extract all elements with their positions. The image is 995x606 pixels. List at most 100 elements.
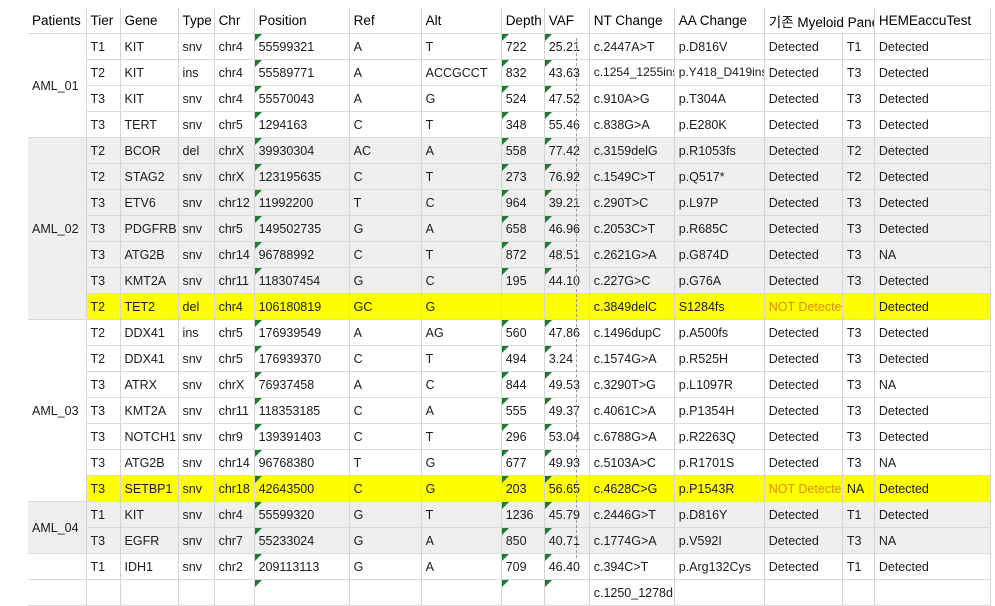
cell-position[interactable]: 55599320 <box>254 501 350 528</box>
column-header-tier[interactable]: Tier <box>86 8 121 34</box>
cell-alt[interactable]: A <box>421 553 502 580</box>
cell-position[interactable]: 55589771 <box>254 59 350 86</box>
patient-group-cell[interactable]: AML_02 <box>28 137 87 320</box>
cell-gene[interactable]: DDX41 <box>120 319 179 346</box>
cell-hemeaccutest[interactable]: Detected <box>874 501 992 528</box>
cell-nt-change[interactable]: c.5103A>C <box>589 449 675 476</box>
cell-alt[interactable]: ACCGCCT <box>421 59 502 86</box>
cell-nt-change[interactable]: c.227G>C <box>589 267 675 294</box>
cell-aa-change[interactable]: p.Arg132Cys <box>674 553 765 580</box>
cell-myeloid-tier[interactable]: T3 <box>842 449 875 476</box>
cell-aa-change[interactable]: p.Y418_D419insRL <box>674 59 765 86</box>
table-row[interactable]: T3 ETV6 snv chr12 11992200 T C 964 39.21 c.290T>C… <box>28 189 992 216</box>
cell-chr[interactable]: chr14 <box>214 241 255 268</box>
cell-myeloid-panel[interactable]: Detected <box>764 345 843 372</box>
cell-position[interactable]: 39930304 <box>254 137 350 164</box>
table-row[interactable]: T3 EGFR snv chr7 55233024 G A 850 40.71 c.1774G>A… <box>28 527 992 554</box>
cell-hemeaccutest[interactable]: Detected <box>874 85 992 112</box>
cell-aa-change[interactable]: p.R2263Q <box>674 423 765 450</box>
cell-aa-change[interactable]: p.G874D <box>674 241 765 268</box>
cell-tier[interactable]: T1 <box>86 501 121 528</box>
cell-nt-change[interactable]: c.1549C>T <box>589 163 675 190</box>
cell-position-partial[interactable] <box>254 579 350 606</box>
cell-alt[interactable]: A <box>421 527 502 554</box>
cell-chr[interactable]: chr5 <box>214 345 255 372</box>
cell-nt-change[interactable]: c.4061C>A <box>589 397 675 424</box>
cell-myeloid-tier[interactable]: T2 <box>842 163 875 190</box>
cell-ref[interactable]: G <box>349 267 422 294</box>
cell-vaf[interactable]: 53.04 <box>544 423 590 450</box>
table-row[interactable]: AML_03 T2 DDX41 ins chr5 176939549 A AG 560 47.86… <box>28 319 992 502</box>
cell-position[interactable]: 55233024 <box>254 527 350 554</box>
table-row[interactable]: T3 SETBP1 snv chr18 42643500 C G 203 56.65 c.4628… <box>28 475 992 502</box>
cell-nt-change[interactable]: c.6788G>A <box>589 423 675 450</box>
cell-aa-change[interactable]: p.R1053fs <box>674 137 765 164</box>
table-row[interactable]: T2 STAG2 snv chrX 123195635 C T 273 76.92 c.1549C… <box>28 163 992 190</box>
cell-depth[interactable]: 494 <box>501 345 545 372</box>
cell-nt-change[interactable]: c.1774G>A <box>589 527 675 554</box>
cell-myeloid-panel[interactable]: Detected <box>764 371 843 398</box>
table-row[interactable]: T2 TET2 del chr4 106180819 GC Gc.3849delC S1284… <box>28 293 992 320</box>
cell-hemeaccutest[interactable]: Detected <box>874 293 992 320</box>
cell-hemeaccutest[interactable]: Detected <box>874 397 992 424</box>
cell-gene[interactable]: STAG2 <box>120 163 179 190</box>
cell-nt-change[interactable]: c.1496dupC <box>589 319 675 346</box>
cell-tier[interactable]: T1 <box>86 553 121 580</box>
cell-depth[interactable]: 872 <box>501 241 545 268</box>
patient-group-cell[interactable]: AML_04 <box>28 501 87 554</box>
cell-depth[interactable]: 560 <box>501 319 545 346</box>
cell-aa-change[interactable]: p.P1543R <box>674 475 765 502</box>
cell-vaf[interactable]: 49.93 <box>544 449 590 476</box>
cell-myeloid-panel[interactable]: Detected <box>764 501 843 528</box>
cell-aa-change-partial[interactable] <box>674 579 765 606</box>
table-row[interactable]: T1 IDH1 snv chr2 209113113 G A 709 46.40 c.394C>T… <box>28 553 992 580</box>
cell-type[interactable]: snv <box>178 111 215 138</box>
cell-vaf[interactable]: 49.37 <box>544 397 590 424</box>
cell-hemeaccutest[interactable]: Detected <box>874 215 992 242</box>
cell-aa-change[interactable]: p.R685C <box>674 215 765 242</box>
cell-hemeaccutest[interactable]: Detected <box>874 137 992 164</box>
cell-tier[interactable]: T3 <box>86 475 121 502</box>
table-row[interactable]: AML_01 T1 KIT snv chr4 55599321 A T 722 25.21 c.24… <box>28 33 992 138</box>
cell-alt[interactable]: A <box>421 215 502 242</box>
cell-gene[interactable]: IDH1 <box>120 553 179 580</box>
cell-type[interactable]: snv <box>178 527 215 554</box>
cell-myeloid-panel[interactable]: Detected <box>764 85 843 112</box>
cell-myeloid-tier[interactable]: T1 <box>842 553 875 580</box>
cell-tier[interactable]: T3 <box>86 111 121 138</box>
cell-ref[interactable]: A <box>349 59 422 86</box>
cell-chr[interactable]: chr5 <box>214 111 255 138</box>
cell-type[interactable]: snv <box>178 267 215 294</box>
cell-tier[interactable]: T2 <box>86 163 121 190</box>
cell-position[interactable]: 176939549 <box>254 319 350 346</box>
cell-tier[interactable]: T3 <box>86 449 121 476</box>
cell-nt-change[interactable]: c.394C>T <box>589 553 675 580</box>
table-row[interactable]: T3 PDGFRB snv chr5 149502735 G A 658 46.96 c.2053… <box>28 215 992 242</box>
cell-depth[interactable] <box>501 293 545 320</box>
cell-type[interactable]: snv <box>178 345 215 372</box>
cell-ref[interactable]: G <box>349 501 422 528</box>
cell-gene[interactable]: EGFR <box>120 527 179 554</box>
cell-type[interactable]: snv <box>178 475 215 502</box>
cell-gene[interactable]: DDX41 <box>120 345 179 372</box>
cell-depth[interactable]: 1236 <box>501 501 545 528</box>
cell-nt-change[interactable]: c.1254_1255insCGCCTC <box>589 59 675 86</box>
cell-myeloid-tier[interactable]: T3 <box>842 527 875 554</box>
cell-type[interactable]: snv <box>178 189 215 216</box>
column-header-hemeaccutest[interactable]: HEMEaccuTest <box>874 8 992 34</box>
column-header-alt[interactable]: Alt <box>421 8 502 34</box>
cell-tier[interactable]: T2 <box>86 137 121 164</box>
cell-type[interactable]: snv <box>178 215 215 242</box>
cell-hemeaccutest[interactable]: NA <box>874 371 992 398</box>
cell-nt-change[interactable]: c.2621G>A <box>589 241 675 268</box>
cell-depth[interactable]: 658 <box>501 215 545 242</box>
cell-vaf[interactable]: 46.96 <box>544 215 590 242</box>
cell-type[interactable]: snv <box>178 85 215 112</box>
cell-position[interactable]: 123195635 <box>254 163 350 190</box>
cell-aa-change[interactable]: p.R1701S <box>674 449 765 476</box>
cell-aa-change[interactable]: p.R525H <box>674 345 765 372</box>
cell-alt[interactable]: AG <box>421 319 502 346</box>
cell-hemeaccutest[interactable]: Detected <box>874 267 992 294</box>
cell-nt-change[interactable]: c.2053C>T <box>589 215 675 242</box>
cell-vaf[interactable]: 45.79 <box>544 501 590 528</box>
